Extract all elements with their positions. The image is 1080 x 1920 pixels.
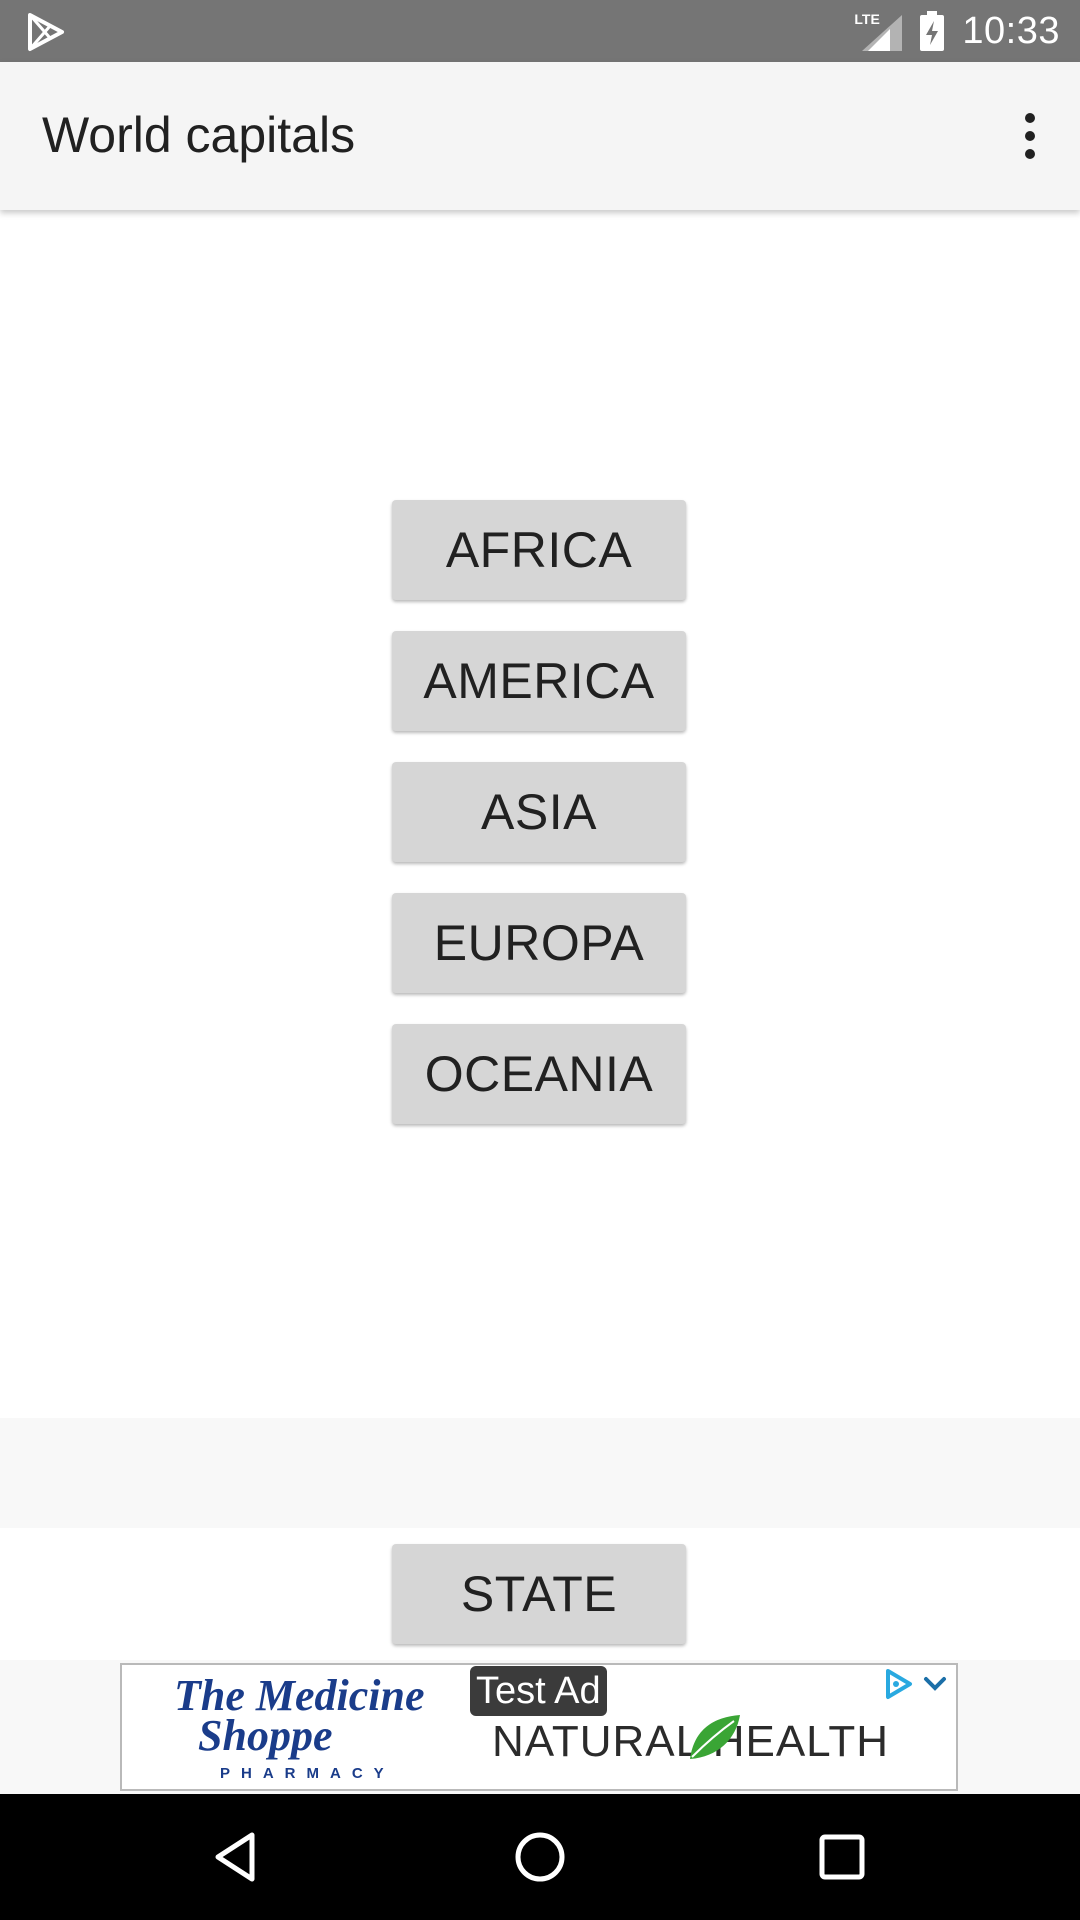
app-bar: World capitals xyxy=(0,62,1080,210)
navigation-bar xyxy=(0,1794,1080,1920)
ad-banner[interactable]: The Medicine Shoppe PHARMACY Test Ad NAT… xyxy=(120,1663,958,1791)
test-ad-label: Test Ad xyxy=(470,1666,607,1716)
continent-button-oceania[interactable]: OCEANIA xyxy=(392,1024,686,1124)
more-vert-icon-dot xyxy=(1025,113,1035,123)
recents-icon[interactable] xyxy=(812,1827,872,1887)
leaf-icon xyxy=(684,1709,744,1765)
more-vert-icon-dot xyxy=(1025,131,1035,141)
collapse-chevron-icon[interactable] xyxy=(922,1671,948,1697)
page-title: World capitals xyxy=(42,107,356,163)
continent-button-asia[interactable]: ASIA xyxy=(392,762,686,862)
status-bar: LTE 10:33 xyxy=(0,0,1080,62)
continent-button-america[interactable]: AMERICA xyxy=(392,631,686,731)
status-indicators: LTE 10:33 xyxy=(854,0,1060,62)
ad-brand-line3: PHARMACY xyxy=(220,1765,395,1782)
divider-band xyxy=(0,1418,1080,1528)
ad-brand-logo: The Medicine Shoppe PHARMACY xyxy=(174,1673,444,1783)
screen: LTE 10:33 World capitals AFRICA AMERICA … xyxy=(0,0,1080,1920)
continent-button-europa[interactable]: EUROPA xyxy=(392,893,686,993)
status-time: 10:33 xyxy=(962,9,1060,52)
back-icon[interactable] xyxy=(206,1827,266,1887)
signal-icon: LTE xyxy=(854,11,903,51)
state-button[interactable]: STATE xyxy=(392,1544,686,1644)
play-store-icon xyxy=(26,12,66,52)
more-vert-icon-dot xyxy=(1025,149,1035,159)
home-icon[interactable] xyxy=(510,1827,570,1887)
continent-button-africa[interactable]: AFRICA xyxy=(392,500,686,600)
battery-charging-icon xyxy=(920,11,945,51)
more-options-button[interactable] xyxy=(1000,100,1060,172)
ad-brand-line2: Shoppe xyxy=(198,1711,333,1760)
ad-choices-icon[interactable] xyxy=(882,1667,916,1701)
